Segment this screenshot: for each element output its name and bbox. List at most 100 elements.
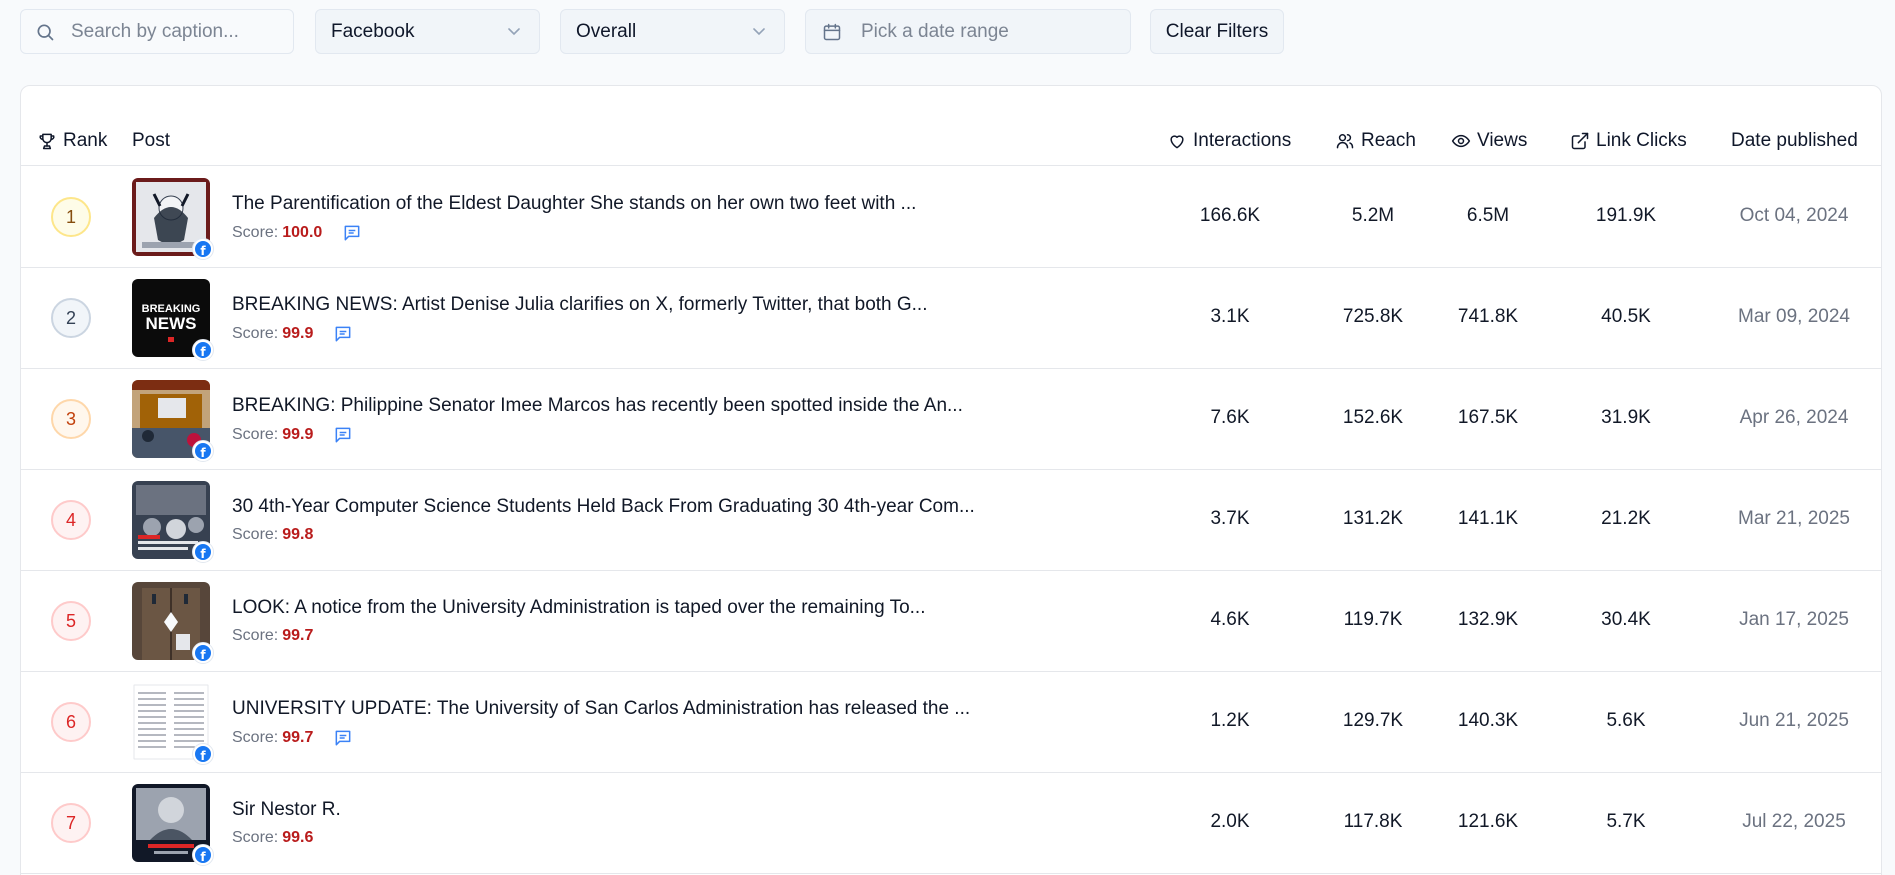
facebook-icon: f bbox=[192, 440, 214, 462]
reach-cell: 152.6K bbox=[1342, 407, 1404, 428]
facebook-icon: f bbox=[192, 743, 214, 765]
post-score: Score: 99.7 bbox=[232, 627, 313, 645]
post-score: Score: 99.6 bbox=[232, 829, 313, 847]
views-cell: 121.6K bbox=[1457, 811, 1519, 832]
post-caption[interactable]: 30 4th-Year Computer Science Students He… bbox=[232, 496, 975, 518]
reach-cell: 131.2K bbox=[1342, 508, 1404, 529]
comment-icon[interactable] bbox=[342, 223, 362, 243]
comment-icon[interactable] bbox=[333, 728, 353, 748]
search-box[interactable] bbox=[20, 9, 294, 54]
period-select[interactable]: Overall bbox=[560, 9, 785, 54]
header-interactions[interactable]: Interactions bbox=[1167, 130, 1291, 152]
post-caption[interactable]: UNIVERSITY UPDATE: The University of San… bbox=[232, 698, 970, 720]
date-cell: Oct 04, 2024 bbox=[1739, 205, 1849, 226]
date-cell: Jun 21, 2025 bbox=[1739, 710, 1849, 731]
platform-select[interactable]: Facebook bbox=[315, 9, 540, 54]
period-select-value: Overall bbox=[576, 20, 637, 42]
link-clicks-cell: 31.9K bbox=[1601, 407, 1651, 428]
chevron-down-icon bbox=[508, 28, 520, 36]
link-clicks-cell: 5.7K bbox=[1606, 811, 1646, 832]
views-cell: 132.9K bbox=[1457, 609, 1519, 630]
header-date-published[interactable]: Date published bbox=[1731, 130, 1858, 152]
views-cell: 167.5K bbox=[1457, 407, 1519, 428]
score-value: 99.9 bbox=[282, 325, 314, 342]
comment-icon[interactable] bbox=[333, 324, 353, 344]
header-interactions-label: Interactions bbox=[1193, 130, 1292, 151]
score-value: 99.6 bbox=[282, 829, 314, 846]
views-cell: 741.8K bbox=[1457, 306, 1519, 327]
header-reach-label: Reach bbox=[1361, 130, 1416, 151]
date-cell: Jul 22, 2025 bbox=[1742, 811, 1846, 832]
table-row[interactable]: 1 f The Parentification of the Eldest Daug… bbox=[21, 167, 1881, 268]
header-rank-label: Rank bbox=[63, 130, 108, 151]
table-row[interactable]: 2 BREAKING NEWS f BREAKING NEWS: Artist Deni… bbox=[21, 268, 1881, 369]
rank-badge: 2 bbox=[51, 298, 91, 338]
score-value: 99.8 bbox=[282, 526, 314, 543]
rank-badge: 4 bbox=[51, 500, 91, 540]
score-value: 100.0 bbox=[282, 224, 323, 241]
post-score: Score: 99.7 bbox=[232, 728, 353, 748]
comment-icon[interactable] bbox=[333, 425, 353, 445]
post-caption[interactable]: LOOK: A notice from the University Admin… bbox=[232, 597, 925, 619]
score-value: 99.7 bbox=[282, 729, 314, 746]
table-row[interactable]: 7 f Sir Nestor R. Score: 99.6 2.0K 117.8K 121.6… bbox=[21, 773, 1881, 874]
thumb-text: NEWS bbox=[146, 314, 197, 333]
interactions-cell: 2.0K bbox=[1210, 811, 1250, 832]
header-post: Post bbox=[132, 130, 170, 152]
table-row[interactable]: 5 f LOOK: A notice from the University Adm… bbox=[21, 571, 1881, 672]
post-score: Score: 100.0 bbox=[232, 223, 362, 243]
header-link-clicks-label: Link Clicks bbox=[1596, 130, 1687, 151]
score-label: Score: bbox=[232, 526, 279, 543]
calendar-icon bbox=[823, 23, 841, 41]
post-score: Score: 99.9 bbox=[232, 324, 353, 344]
date-cell: Jan 17, 2025 bbox=[1739, 609, 1849, 630]
facebook-icon: f bbox=[192, 339, 214, 361]
header-views-label: Views bbox=[1477, 130, 1528, 151]
link-clicks-cell: 191.9K bbox=[1595, 205, 1657, 226]
reach-cell: 117.8K bbox=[1343, 811, 1403, 832]
post-caption[interactable]: The Parentification of the Eldest Daught… bbox=[232, 193, 916, 215]
header-views[interactable]: Views bbox=[1451, 130, 1527, 152]
trophy-icon bbox=[39, 133, 55, 150]
external-link-icon bbox=[1571, 132, 1589, 150]
search-icon bbox=[37, 24, 54, 41]
header-date-label: Date published bbox=[1731, 130, 1858, 151]
interactions-cell: 3.7K bbox=[1210, 508, 1250, 529]
post-score: Score: 99.8 bbox=[232, 526, 313, 544]
score-label: Score: bbox=[232, 829, 279, 846]
post-score: Score: 99.9 bbox=[232, 425, 353, 445]
interactions-cell: 166.6K bbox=[1199, 205, 1261, 226]
interactions-cell: 4.6K bbox=[1210, 609, 1250, 630]
table-row[interactable]: 6 f UNIVERSITY UPDATE: The University of S… bbox=[21, 672, 1881, 773]
header-reach[interactable]: Reach bbox=[1335, 130, 1416, 152]
score-label: Score: bbox=[232, 729, 279, 746]
score-label: Score: bbox=[232, 627, 279, 644]
views-cell: 141.1K bbox=[1457, 508, 1519, 529]
eye-icon bbox=[1451, 134, 1471, 148]
score-label: Score: bbox=[232, 426, 279, 443]
date-range-picker[interactable]: Pick a date range bbox=[805, 9, 1131, 54]
search-input[interactable] bbox=[71, 10, 286, 53]
clear-filters-button[interactable]: Clear Filters bbox=[1150, 9, 1284, 54]
date-cell: Apr 26, 2024 bbox=[1739, 407, 1849, 428]
header-link-clicks[interactable]: Link Clicks bbox=[1570, 130, 1687, 152]
table-header: Rank Post Interactions Reach Views Link … bbox=[21, 86, 1881, 166]
post-caption[interactable]: BREAKING: Philippine Senator Imee Marcos… bbox=[232, 395, 963, 417]
interactions-cell: 1.2K bbox=[1210, 710, 1250, 731]
link-clicks-cell: 40.5K bbox=[1601, 306, 1651, 327]
date-cell: Mar 21, 2025 bbox=[1738, 508, 1850, 529]
facebook-icon: f bbox=[192, 642, 214, 664]
link-clicks-cell: 5.6K bbox=[1606, 710, 1646, 731]
rank-badge: 6 bbox=[51, 702, 91, 742]
table-row[interactable]: 4 f 30 4th-Year Computer Science Students … bbox=[21, 470, 1881, 571]
facebook-icon: f bbox=[192, 238, 214, 260]
header-rank[interactable]: Rank bbox=[37, 130, 107, 152]
link-clicks-cell: 30.4K bbox=[1601, 609, 1651, 630]
users-icon bbox=[1336, 134, 1354, 149]
heart-icon bbox=[1170, 135, 1184, 149]
post-caption[interactable]: BREAKING NEWS: Artist Denise Julia clari… bbox=[232, 294, 928, 316]
rank-badge: 7 bbox=[51, 803, 91, 843]
reach-cell: 129.7K bbox=[1342, 710, 1404, 731]
post-caption[interactable]: Sir Nestor R. bbox=[232, 799, 341, 821]
table-row[interactable]: 3 f BREAKING: Philippine Senator Imee Marc… bbox=[21, 369, 1881, 470]
